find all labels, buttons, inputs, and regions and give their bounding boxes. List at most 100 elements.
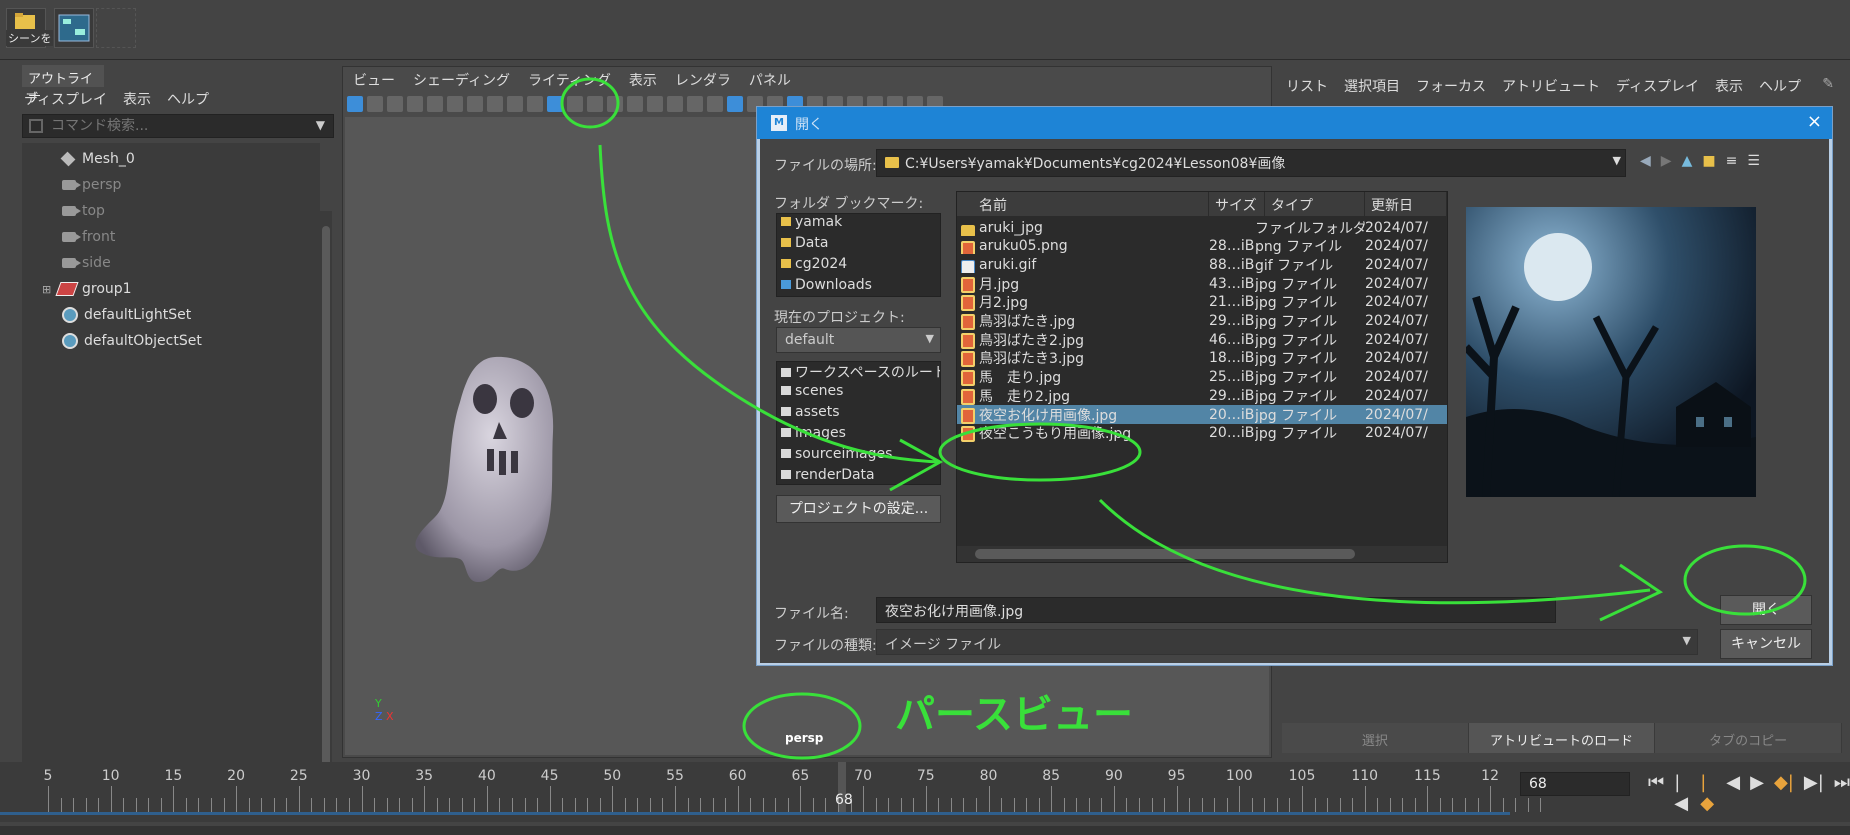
grid-toggle-icon[interactable] [387, 96, 403, 112]
safe-title-icon[interactable] [687, 96, 703, 112]
expand-icon[interactable]: ⊞ [42, 283, 52, 296]
tree-item-default-object-set[interactable]: defaultObjectSet [62, 330, 202, 352]
tree-item-side[interactable]: side [62, 252, 111, 274]
go-to-start-icon[interactable]: ⏮ [1648, 772, 1664, 814]
file-row[interactable]: 夜空こうもり用画像.jpg 20…iB jpg ファイル 2024/07/ [957, 424, 1447, 443]
attr-menu-display[interactable]: ディスプレイ [1616, 76, 1699, 96]
current-frame-field[interactable]: 68 [1520, 772, 1630, 796]
file-row[interactable]: 馬 走り.jpg 25…iB jpg ファイル 2024/07/ [957, 368, 1447, 387]
file-row[interactable]: 鳥羽ばたき.jpg 29…iB jpg ファイル 2024/07/ [957, 312, 1447, 331]
dialog-titlebar[interactable]: M 開く × [757, 107, 1832, 139]
resolution-gate-icon[interactable] [607, 96, 623, 112]
load-attributes-button[interactable]: アトリビュートのロード [1468, 723, 1656, 753]
viewport-menu-view[interactable]: ビュー [353, 70, 395, 90]
tree-item-persp[interactable]: persp [62, 174, 121, 196]
pen-icon[interactable] [547, 96, 563, 112]
next-key-icon[interactable]: ◆| [1774, 772, 1794, 814]
back-icon[interactable]: ◀ [1640, 153, 1651, 169]
grid-icon[interactable] [567, 96, 583, 112]
close-icon[interactable]: × [1807, 111, 1822, 132]
file-list-horizontal-scrollbar[interactable] [957, 546, 1447, 562]
go-to-end-icon[interactable]: ⏭ [1834, 772, 1850, 814]
column-type[interactable]: タイプ [1265, 192, 1365, 216]
time-slider[interactable]: 5 10 15 20 25 30 35 40 45 50 55 60 65 70 75 80 85 90 95 100… [0, 762, 1850, 822]
viewport-menu-show[interactable]: 表示 [629, 70, 657, 90]
file-list[interactable]: 名前 サイズ タイプ 更新日 aruki_jpg ファイルフォルダ 2024/07/… [956, 191, 1448, 563]
cancel-button[interactable]: キャンセル [1720, 629, 1812, 659]
file-row[interactable]: 月.jpg 43…iB jpg ファイル 2024/07/ [957, 274, 1447, 293]
play-back-icon[interactable]: ◀ [1726, 772, 1740, 814]
project-folder-item[interactable]: assets [777, 404, 940, 425]
project-folder-item[interactable]: sourceimages [777, 446, 940, 467]
tree-item-group1[interactable]: ⊞ group1 [42, 278, 132, 300]
prev-key-icon[interactable]: |◆ [1700, 772, 1716, 814]
forward-icon[interactable]: ▶ [1661, 153, 1672, 169]
viewport-menu-panels[interactable]: パネル [749, 70, 791, 90]
filter-icon[interactable] [29, 119, 43, 133]
project-folder-item[interactable]: images [777, 425, 940, 446]
file-row[interactable]: aruki_jpg ファイルフォルダ 2024/07/ [957, 218, 1447, 237]
chevron-down-icon[interactable]: ▼ [316, 118, 325, 132]
frame-icon[interactable] [367, 96, 383, 112]
location-path-field[interactable]: C:¥Users¥yamak¥Documents¥cg2024¥Lesson08… [876, 149, 1626, 177]
up-folder-icon[interactable]: ▲ [1682, 153, 1693, 169]
tree-item-top[interactable]: top [62, 200, 105, 222]
project-folder-item[interactable]: ワークスペースのルート [777, 362, 940, 383]
outliner-menu-show[interactable]: 表示 [123, 89, 151, 111]
image-plane-add-icon[interactable] [527, 96, 543, 112]
project-settings-button[interactable]: プロジェクトの設定... [776, 495, 941, 523]
scrollbar-thumb[interactable] [322, 226, 330, 771]
project-folder-item[interactable]: renderData [777, 467, 940, 484]
viewport-menu-shading[interactable]: シェーディング [413, 70, 510, 90]
project-folders-list[interactable]: ワークスペースのルート scenes assets images sourcei… [776, 361, 941, 485]
play-forward-icon[interactable]: ▶ [1750, 772, 1764, 814]
film-icon[interactable] [587, 96, 603, 112]
camera-icon[interactable] [447, 96, 463, 112]
bookmark-item[interactable]: Data [777, 235, 940, 256]
tree-item-default-light-set[interactable]: defaultLightSet [62, 304, 191, 326]
step-forward-icon[interactable]: ▶| [1804, 772, 1824, 814]
scrollbar-thumb[interactable] [975, 549, 1355, 559]
column-size[interactable]: サイズ [1209, 192, 1265, 216]
attr-menu-show[interactable]: 表示 [1715, 76, 1743, 96]
outliner-tab[interactable]: アウトライナ [22, 65, 104, 106]
column-date[interactable]: 更新日 [1365, 192, 1447, 216]
file-row[interactable]: aruku05.png 28…iB png ファイル 2024/07/ [957, 237, 1447, 256]
gate-mask-icon[interactable] [627, 96, 643, 112]
film-gate-icon[interactable] [467, 96, 483, 112]
ghost-model[interactable] [405, 347, 575, 607]
bookmark-item[interactable]: yamak [777, 214, 940, 235]
list-view-icon[interactable]: ≡ [1726, 153, 1738, 169]
select-camera-icon[interactable] [347, 96, 363, 112]
image-plane-icon[interactable] [487, 96, 503, 112]
empty-shelf-slot[interactable] [96, 8, 136, 48]
open-button[interactable]: 開く [1720, 595, 1812, 625]
project-folder-item[interactable]: scenes [777, 383, 940, 404]
detail-view-icon[interactable]: ☰ [1747, 153, 1760, 169]
node-editor-button[interactable] [54, 8, 94, 48]
filename-input[interactable]: 夜空お化け用画像.jpg [876, 597, 1556, 623]
outliner-menu-help[interactable]: ヘルプ [167, 89, 209, 111]
field-chart-icon[interactable] [647, 96, 663, 112]
outliner-menu-display[interactable]: ディスプレイ [24, 89, 107, 111]
wireframe-icon[interactable] [407, 96, 423, 112]
file-row[interactable]: 月2.jpg 21…iB jpg ファイル 2024/07/ [957, 293, 1447, 312]
viewport-menu-renderer[interactable]: レンダラ [675, 70, 731, 90]
chevron-down-icon[interactable]: ▼ [1613, 154, 1621, 167]
file-row[interactable]: aruki.gif 88…iB gif ファイル 2024/07/ [957, 255, 1447, 274]
shaded-icon[interactable] [727, 96, 743, 112]
safe-action-icon[interactable] [667, 96, 683, 112]
attr-menu-attributes[interactable]: アトリビュート [1502, 76, 1600, 96]
viewport-menu-lighting[interactable]: ライティング [528, 70, 611, 90]
bookmark-icon[interactable] [507, 96, 523, 112]
bookmark-item[interactable]: Downloads [777, 277, 940, 296]
smooth-shade-icon[interactable] [427, 96, 443, 112]
filetype-select[interactable]: イメージ ファイル ▼ [876, 629, 1698, 655]
tree-item-front[interactable]: front [62, 226, 115, 248]
pin-icon[interactable]: ✎ [1822, 76, 1834, 92]
column-name[interactable]: 名前 [957, 192, 1209, 216]
select-tab-button[interactable]: 選択 [1282, 723, 1469, 753]
attr-menu-help[interactable]: ヘルプ [1759, 76, 1801, 96]
bookmark-item[interactable]: cg2024 [777, 256, 940, 277]
attr-menu-selected[interactable]: 選択項目 [1344, 76, 1400, 96]
